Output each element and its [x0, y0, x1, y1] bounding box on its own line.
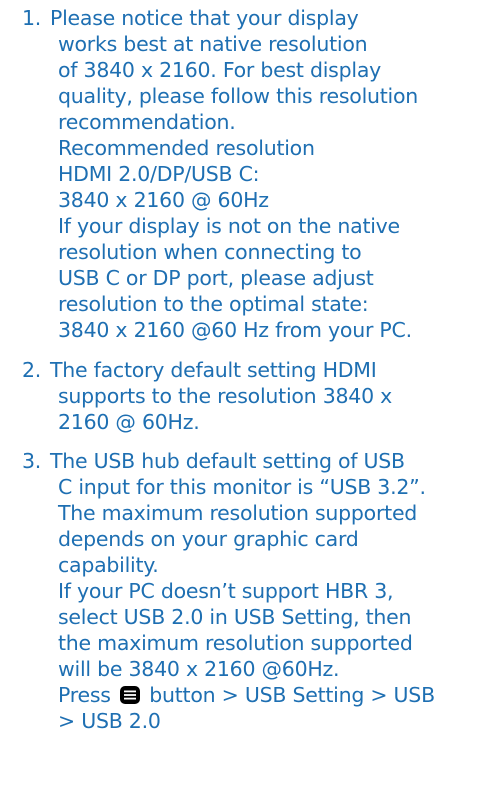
press-path: button > USB Setting > USB: [149, 683, 435, 707]
text-line: Recommended resolution: [58, 136, 315, 160]
text-line: HDMI 2.0/DP/USB C:: [58, 162, 260, 186]
text-line: select USB 2.0 in USB Setting, then: [58, 605, 412, 629]
text-line: 3840 x 2160 @60 Hz from your PC.: [58, 318, 412, 342]
text-line: of 3840 x 2160. For best display: [58, 58, 382, 82]
text-line: resolution when connecting to: [58, 240, 362, 264]
list-number: 3.: [22, 449, 42, 473]
text-line: C input for this monitor is “USB 3.2”.: [58, 475, 426, 499]
press-label: Press: [58, 683, 111, 707]
list-item-text: The USB hub default setting of USB C inp…: [50, 448, 473, 734]
text-line: depends on your graphic card: [58, 527, 359, 551]
text-line: USB C or DP port, please adjust: [58, 266, 374, 290]
instructions-document: 1. Please notice that your display works…: [0, 0, 477, 791]
text-line: The factory default setting HDMI: [50, 358, 377, 382]
text-line: resolution to the optimal state:: [58, 292, 369, 316]
text-line: > USB 2.0: [58, 709, 161, 733]
text-line: supports to the resolution 3840 x: [58, 384, 393, 408]
list-item-text: The factory default setting HDMI support…: [50, 357, 473, 435]
text-line: quality, please follow this resolution: [58, 84, 419, 108]
press-instruction-line: Press button > USB Setting > USB: [58, 682, 473, 708]
text-line: 3840 x 2160 @ 60Hz: [58, 188, 269, 212]
text-line: The maximum resolution supported: [58, 501, 418, 525]
menu-button-icon: [119, 686, 140, 704]
text-line: will be 3840 x 2160 @60Hz.: [58, 657, 340, 681]
text-line: If your PC doesn’t support HBR 3,: [58, 579, 394, 603]
text-line: recommendation.: [58, 110, 236, 134]
text-line: The USB hub default setting of USB: [50, 449, 405, 473]
text-line: works best at native resolution: [58, 32, 368, 56]
text-line: capability.: [58, 553, 159, 577]
list-number: 2.: [22, 358, 42, 382]
list-number: 1.: [22, 6, 42, 30]
text-line: the maximum resolution supported: [58, 631, 413, 655]
text-line: If your display is not on the native: [58, 214, 400, 238]
text-line: Please notice that your display: [50, 6, 359, 30]
text-line: 2160 @ 60Hz.: [58, 410, 200, 434]
list-item-text: Please notice that your display works be…: [50, 5, 473, 343]
